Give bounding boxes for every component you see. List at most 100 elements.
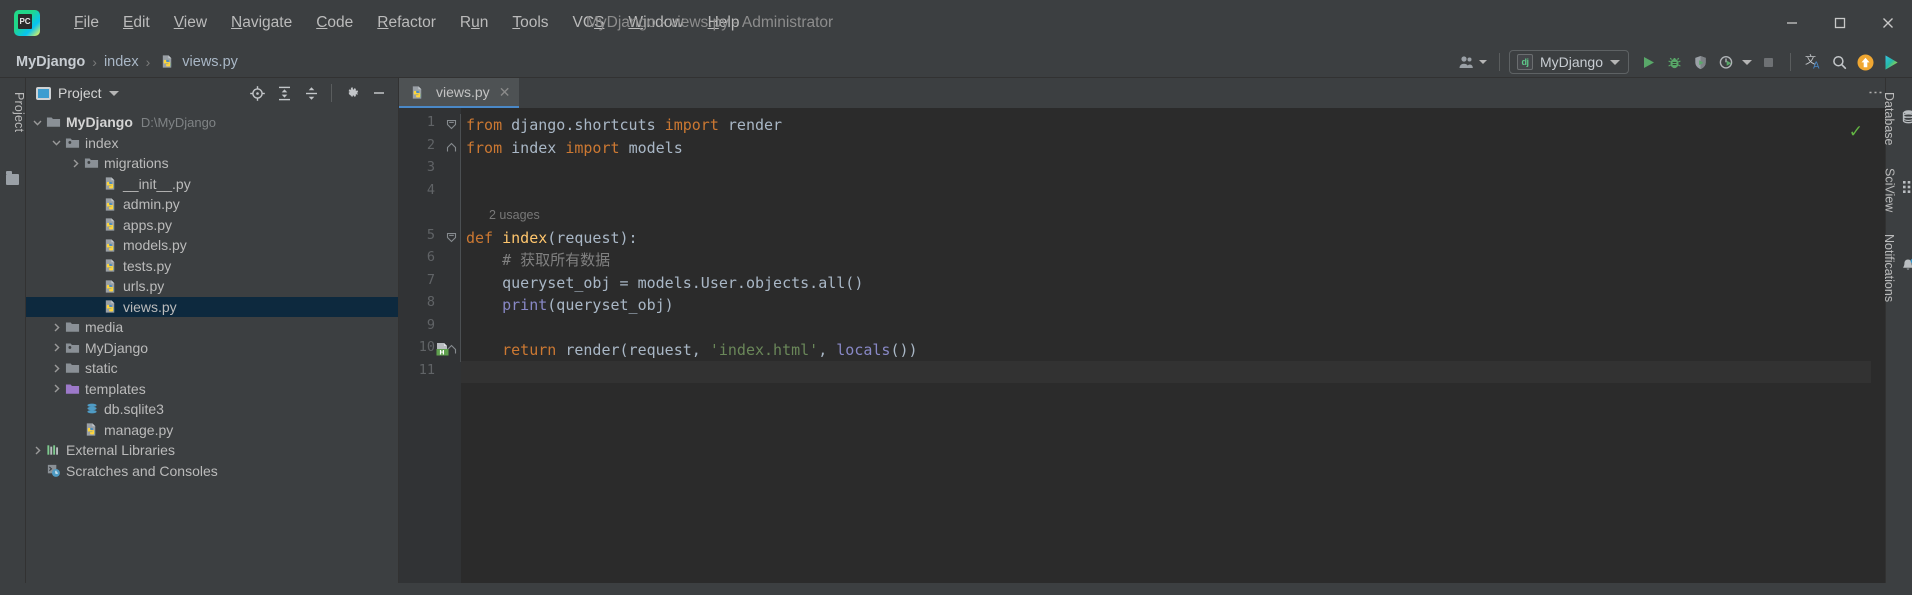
tree-item[interactable]: db.sqlite3 [26,399,398,420]
line-number: 6 [426,249,435,265]
translate-button[interactable]: 文 A [1800,49,1826,75]
tree-item[interactable]: manage.py [26,420,398,441]
code-fold-marker[interactable] [446,231,457,242]
tree-item[interactable]: admin.py [26,194,398,215]
tree-item[interactable]: media [26,317,398,338]
code-line: return render(request, 'index.html', loc… [466,339,917,362]
chevron-right-icon[interactable] [49,342,64,353]
settings-button[interactable] [340,81,364,105]
code-token: index [511,138,566,157]
line-number: 7 [426,271,435,288]
project-tree[interactable]: MyDjango D:\MyDjango index migrations __init… [26,108,398,595]
tool-tab-project[interactable]: Project [0,86,26,138]
tree-item[interactable]: MyDjango [26,338,398,359]
menu-navigate[interactable]: Navigate [219,10,304,36]
tool-tab-sciview[interactable]: SciView [1883,168,1912,212]
collapse-all-button[interactable] [299,81,323,105]
profile-button[interactable] [1713,49,1739,75]
debug-button[interactable] [1661,49,1687,75]
more-run-options-button[interactable] [1739,49,1755,75]
chevron-right-icon[interactable] [49,322,64,333]
html-template-icon[interactable]: H [435,342,450,361]
database-file-icon [83,402,100,416]
stop-button[interactable] [1755,49,1781,75]
inlay-hint-usages[interactable]: 2 usages [489,204,540,227]
tool-tab-database[interactable]: Database [1882,92,1912,146]
tool-tab-label: Database [1882,92,1896,146]
coverage-button[interactable] [1687,49,1713,75]
tree-item[interactable]: static [26,358,398,379]
tool-tab-label: SciView [1882,167,1897,212]
menu-file[interactable]: File [62,10,111,36]
tree-item[interactable]: migrations [26,153,398,174]
search-everywhere-button[interactable] [1826,49,1852,75]
chevron-right-icon[interactable] [49,363,64,374]
navigation-bar: MyDjango › index › views.py dj MyDjango … [0,46,1912,78]
expand-all-button[interactable] [272,81,296,105]
code-token: return [502,341,566,359]
code-token: index [502,228,548,247]
menu-run[interactable]: Run [448,10,500,36]
tree-item[interactable]: tests.py [26,256,398,277]
minimize-button[interactable] [1768,0,1816,46]
code-editor[interactable]: 1 2 3 4 5 6 7 8 9 10 11 H from django.shortcuts imp… [399,108,1885,595]
tree-item[interactable]: urls.py [26,276,398,297]
chevron-right-icon[interactable] [49,383,64,394]
menu-edit[interactable]: Edit [111,10,162,36]
code-line: print(queryset_obj) [466,294,674,317]
inspection-ok-icon[interactable]: ✓ [1849,122,1863,142]
line-number: 3 [426,159,435,175]
run-configuration-selector[interactable]: dj MyDjango [1508,50,1629,74]
python-file-icon [159,54,176,69]
editor-tab-views-py[interactable]: views.py ✕ [399,78,520,108]
tree-item[interactable]: templates [26,379,398,400]
tree-item[interactable]: MyDjango D:\MyDjango [26,112,398,133]
update-button[interactable] [1852,49,1878,75]
code-line: def index(request): [466,227,638,250]
user-account-icon[interactable] [1455,49,1490,75]
tree-item[interactable]: Scratches and Consoles [26,461,398,482]
panel-tools-divider [331,84,332,102]
breadcrumb-item-project[interactable]: MyDjango [14,54,87,70]
chevron-down-icon[interactable] [108,90,119,96]
tree-item[interactable]: __init__.py [26,174,398,195]
project-view-icon [36,86,51,100]
project-panel: Project MyDjango D:\MyDjango index migra… [26,78,399,595]
menu-refactor[interactable]: Refactor [365,10,448,36]
tool-tab-label: Notifications [1882,233,1896,302]
code-fold-marker[interactable] [446,118,457,130]
ai-assistant-button[interactable] [1878,49,1904,75]
code-content[interactable]: from django.shortcuts import render from … [461,108,1885,595]
tree-item[interactable]: views.py [26,296,398,317]
close-icon[interactable]: ✕ [499,84,511,101]
more-options-icon[interactable]: ⋮ [1867,85,1884,101]
tree-item[interactable]: models.py [26,235,398,256]
select-opened-file-button[interactable] [245,81,269,105]
tree-item-label: static [85,360,118,377]
code-fold-marker[interactable] [446,141,457,152]
title-bar: File Edit View Navigate Code Refactor Ru… [0,0,1912,46]
chevron-down-icon[interactable] [30,117,45,128]
chevron-right-icon[interactable] [30,445,45,456]
maximize-button[interactable] [1816,0,1864,46]
breadcrumb-item-file[interactable]: views.py [180,54,240,70]
menu-view[interactable]: View [162,10,219,36]
tool-tab-notifications[interactable]: Notifications [1882,234,1912,302]
menu-tools[interactable]: Tools [500,10,560,36]
tree-item[interactable]: External Libraries [26,440,398,461]
structure-icon[interactable] [6,171,19,185]
editor-gutter[interactable]: 1 2 3 4 5 6 7 8 9 10 11 H [399,108,461,595]
menu-code[interactable]: Code [304,10,365,36]
breadcrumb-item-folder[interactable]: index [102,54,141,70]
hide-panel-button[interactable] [367,81,391,105]
chevron-down-icon[interactable] [49,137,64,148]
pycharm-logo-icon [14,10,40,36]
close-button[interactable] [1864,0,1912,46]
horizontal-scrollbar[interactable] [0,583,1912,595]
tree-item[interactable]: apps.py [26,215,398,236]
chevron-right-icon[interactable] [68,158,83,169]
folder-module-icon [64,341,81,355]
run-button[interactable] [1635,49,1661,75]
line-number: 8 [426,294,435,310]
tree-item[interactable]: index [26,133,398,154]
